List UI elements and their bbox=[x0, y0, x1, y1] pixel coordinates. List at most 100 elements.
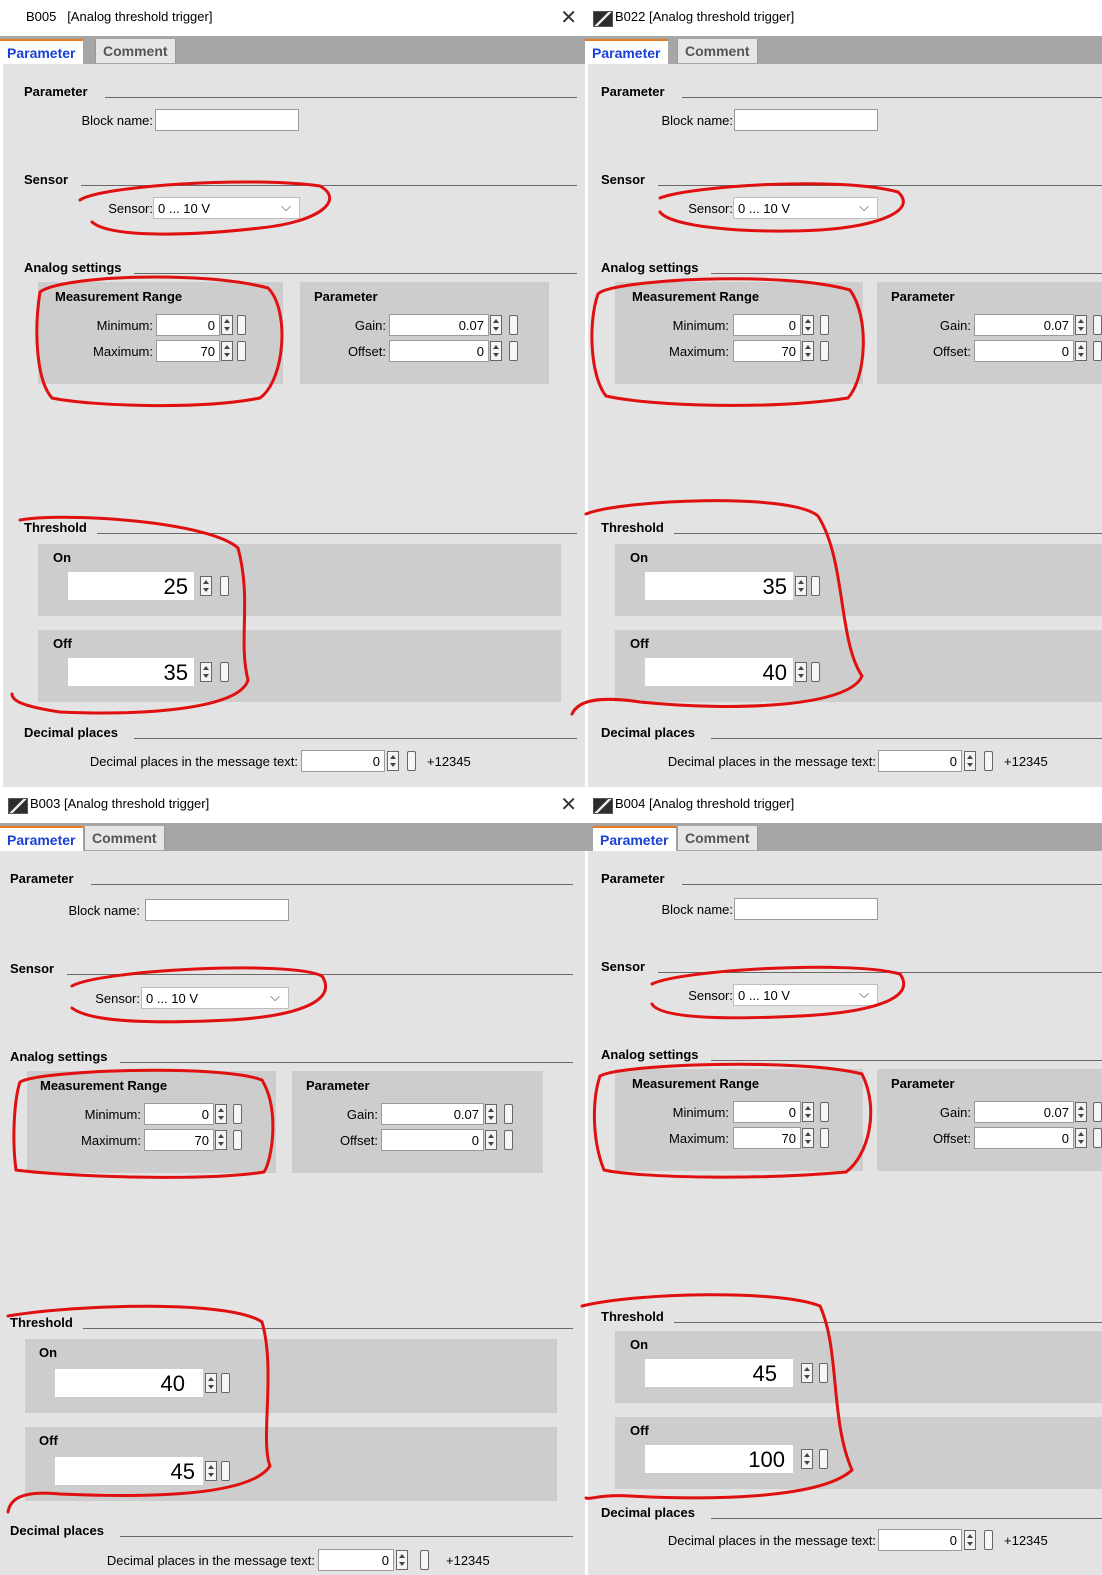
spinner-icon[interactable] bbox=[801, 1449, 813, 1469]
tab-comment[interactable]: Comment bbox=[84, 826, 165, 850]
block-name-input[interactable] bbox=[734, 109, 878, 131]
sensor-select[interactable]: 0 ... 10 V ⌵ bbox=[141, 987, 289, 1009]
spinner-icon[interactable] bbox=[964, 751, 976, 771]
off-input[interactable]: 40 bbox=[645, 658, 793, 686]
offset-input[interactable]: 0 bbox=[974, 340, 1074, 362]
sensor-select[interactable]: 0 ... 10 V ⌵ bbox=[733, 197, 878, 219]
spinner-icon[interactable] bbox=[205, 1461, 217, 1481]
spinner-icon[interactable] bbox=[205, 1373, 217, 1393]
brace-icon[interactable] bbox=[1093, 315, 1102, 335]
spinner-icon[interactable] bbox=[795, 662, 807, 682]
spinner-icon[interactable] bbox=[490, 315, 502, 335]
brace-icon[interactable] bbox=[420, 1550, 429, 1570]
spinner-icon[interactable] bbox=[221, 341, 233, 361]
brace-icon[interactable] bbox=[984, 1530, 993, 1550]
spinner-icon[interactable] bbox=[802, 1102, 814, 1122]
close-icon[interactable]: ✕ bbox=[560, 792, 577, 817]
spinner-icon[interactable] bbox=[1075, 341, 1087, 361]
maximum-input[interactable]: 70 bbox=[733, 1127, 801, 1149]
spinner-icon[interactable] bbox=[1075, 1102, 1087, 1122]
gain-input[interactable]: 0.07 bbox=[974, 1101, 1074, 1123]
spinner-icon[interactable] bbox=[1075, 1128, 1087, 1148]
brace-icon[interactable] bbox=[820, 315, 829, 335]
brace-icon[interactable] bbox=[220, 576, 229, 596]
spinner-icon[interactable] bbox=[200, 662, 212, 682]
spinner-icon[interactable] bbox=[1075, 315, 1087, 335]
brace-icon[interactable] bbox=[1093, 1102, 1102, 1122]
offset-input[interactable]: 0 bbox=[381, 1129, 484, 1151]
decimal-places-input[interactable]: 0 bbox=[318, 1549, 394, 1571]
on-input[interactable]: 25 bbox=[68, 572, 194, 600]
maximum-input[interactable]: 70 bbox=[156, 340, 220, 362]
offset-input[interactable]: 0 bbox=[389, 340, 489, 362]
tab-comment[interactable]: Comment bbox=[677, 39, 758, 63]
minimum-input[interactable]: 0 bbox=[733, 1101, 801, 1123]
spinner-icon[interactable] bbox=[964, 1530, 976, 1550]
brace-icon[interactable] bbox=[509, 315, 518, 335]
brace-icon[interactable] bbox=[233, 1130, 242, 1150]
tab-parameter[interactable]: Parameter bbox=[0, 39, 83, 65]
spinner-icon[interactable] bbox=[200, 576, 212, 596]
off-input[interactable]: 35 bbox=[68, 658, 194, 686]
spinner-icon[interactable] bbox=[215, 1130, 227, 1150]
brace-icon[interactable] bbox=[984, 751, 993, 771]
minimum-input[interactable]: 0 bbox=[156, 314, 220, 336]
gain-input[interactable]: 0.07 bbox=[389, 314, 489, 336]
block-name-input[interactable] bbox=[734, 898, 878, 920]
brace-icon[interactable] bbox=[221, 1461, 230, 1481]
brace-icon[interactable] bbox=[820, 1128, 829, 1148]
spinner-icon[interactable] bbox=[485, 1104, 497, 1124]
on-input[interactable]: 45 bbox=[645, 1359, 793, 1387]
spinner-icon[interactable] bbox=[387, 751, 399, 771]
spinner-icon[interactable] bbox=[802, 315, 814, 335]
tab-parameter[interactable]: Parameter bbox=[593, 826, 676, 852]
brace-icon[interactable] bbox=[237, 315, 246, 335]
brace-icon[interactable] bbox=[820, 341, 829, 361]
offset-input[interactable]: 0 bbox=[974, 1127, 1074, 1149]
spinner-icon[interactable] bbox=[795, 576, 807, 596]
spinner-icon[interactable] bbox=[490, 341, 502, 361]
brace-icon[interactable] bbox=[504, 1104, 513, 1124]
minimum-input[interactable]: 0 bbox=[144, 1103, 214, 1125]
brace-icon[interactable] bbox=[811, 662, 820, 682]
sensor-select[interactable]: 0 ... 10 V ⌵ bbox=[153, 197, 300, 219]
brace-icon[interactable] bbox=[509, 341, 518, 361]
brace-icon[interactable] bbox=[1093, 1128, 1102, 1148]
decimal-places-input[interactable]: 0 bbox=[878, 750, 962, 772]
spinner-icon[interactable] bbox=[215, 1104, 227, 1124]
spinner-icon[interactable] bbox=[485, 1130, 497, 1150]
spinner-icon[interactable] bbox=[801, 1363, 813, 1383]
brace-icon[interactable] bbox=[233, 1104, 242, 1124]
off-input[interactable]: 100 bbox=[645, 1445, 793, 1473]
off-input[interactable]: 45 bbox=[55, 1457, 203, 1485]
brace-icon[interactable] bbox=[221, 1373, 230, 1393]
tab-parameter[interactable]: Parameter bbox=[0, 826, 83, 852]
brace-icon[interactable] bbox=[220, 662, 229, 682]
spinner-icon[interactable] bbox=[396, 1550, 408, 1570]
spinner-icon[interactable] bbox=[221, 315, 233, 335]
decimal-places-input[interactable]: 0 bbox=[301, 750, 385, 772]
block-name-input[interactable] bbox=[145, 899, 289, 921]
brace-icon[interactable] bbox=[407, 751, 416, 771]
brace-icon[interactable] bbox=[819, 1363, 828, 1383]
maximum-input[interactable]: 70 bbox=[144, 1129, 214, 1151]
brace-icon[interactable] bbox=[1093, 341, 1102, 361]
tab-comment[interactable]: Comment bbox=[95, 39, 176, 63]
gain-input[interactable]: 0.07 bbox=[381, 1103, 484, 1125]
on-input[interactable]: 35 bbox=[645, 572, 793, 600]
on-input[interactable]: 40 bbox=[55, 1369, 203, 1397]
close-icon[interactable]: ✕ bbox=[560, 5, 577, 30]
minimum-input[interactable]: 0 bbox=[733, 314, 801, 336]
spinner-icon[interactable] bbox=[802, 341, 814, 361]
sensor-select[interactable]: 0 ... 10 V ⌵ bbox=[733, 984, 878, 1006]
block-name-input[interactable] bbox=[155, 109, 299, 131]
tab-comment[interactable]: Comment bbox=[677, 826, 758, 850]
decimal-places-input[interactable]: 0 bbox=[878, 1529, 962, 1551]
brace-icon[interactable] bbox=[237, 341, 246, 361]
spinner-icon[interactable] bbox=[802, 1128, 814, 1148]
brace-icon[interactable] bbox=[819, 1449, 828, 1469]
brace-icon[interactable] bbox=[820, 1102, 829, 1122]
maximum-input[interactable]: 70 bbox=[733, 340, 801, 362]
tab-parameter[interactable]: Parameter bbox=[585, 39, 668, 65]
gain-input[interactable]: 0.07 bbox=[974, 314, 1074, 336]
